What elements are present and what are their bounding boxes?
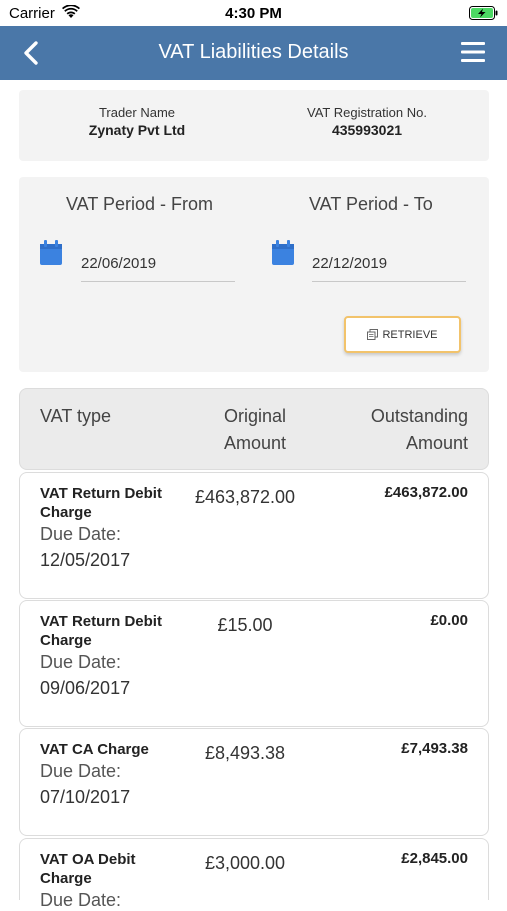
vat-registration-block: VAT Registration No. 435993021 <box>252 105 482 138</box>
row-due-date-value: 07/10/2017 <box>40 787 131 807</box>
liability-row[interactable]: VAT CA Charge Due Date: 07/10/2017 £8,49… <box>19 728 489 836</box>
hamburger-menu-icon[interactable] <box>461 41 485 63</box>
status-bar: Carrier 4:30 PM <box>0 0 507 26</box>
row-outstanding-amount: £2,845.00 <box>401 850 468 867</box>
header-outstanding-line2: Amount <box>405 433 468 453</box>
row-original-amount: £15.00 <box>217 615 273 635</box>
row-outstanding-amount: £0.00 <box>430 612 468 629</box>
period-to-date-field[interactable]: 22/12/2019 <box>312 252 466 282</box>
liability-row[interactable]: VAT Return Debit Charge Due Date: 12/05/… <box>19 472 489 599</box>
row-due-date-value: 12/05/2017 <box>40 550 131 570</box>
header-original-amount: Original Amount <box>190 403 320 457</box>
row-vat-type: VAT OA Debit Charge <box>40 851 136 887</box>
liabilities-table-header: VAT type Original Amount Outstanding Amo… <box>19 388 489 470</box>
retrieve-button-label: RETRIEVE <box>382 328 438 341</box>
row-vat-type: VAT Return Debit Charge <box>40 485 162 521</box>
period-from-date-field[interactable]: 22/06/2019 <box>81 252 235 282</box>
row-outstanding-amount: £7,493.38 <box>401 740 468 757</box>
header-outstanding-amount: Outstanding Amount <box>371 403 468 457</box>
row-outstanding-amount: £463,872.00 <box>384 484 468 501</box>
trader-name-label: Trader Name <box>98 105 176 120</box>
header-vat-type: VAT type <box>40 406 112 426</box>
copy-icon <box>367 329 379 340</box>
trader-info-card: Trader Name Zynaty Pvt Ltd VAT Registrat… <box>19 90 489 161</box>
row-original-amount: £3,000.00 <box>204 853 286 873</box>
nav-bar: VAT Liabilities Details <box>0 26 507 80</box>
row-original-amount: £463,872.00 <box>194 487 296 507</box>
liability-row[interactable]: VAT Return Debit Charge Due Date: 09/06/… <box>19 600 489 727</box>
calendar-icon[interactable] <box>272 240 294 266</box>
header-original-line1: Original <box>223 406 287 426</box>
vat-registration-value: 435993021 <box>331 122 403 138</box>
vat-registration-label: VAT Registration No. <box>307 105 427 120</box>
row-due-date-label: Due Date: <box>40 652 122 672</box>
header-original-line2: Amount <box>223 433 287 453</box>
vat-period-card: VAT Period - From VAT Period - To 22/06/… <box>19 177 489 372</box>
row-vat-type: VAT CA Charge <box>40 741 149 758</box>
calendar-icon[interactable] <box>40 240 62 266</box>
row-original-amount: £8,493.38 <box>204 743 286 763</box>
trader-name-value: Zynaty Pvt Ltd <box>88 122 186 138</box>
header-outstanding-line1: Outstanding <box>370 406 468 426</box>
trader-name-block: Trader Name Zynaty Pvt Ltd <box>22 105 252 138</box>
page-title: VAT Liabilities Details <box>158 41 349 63</box>
row-due-date-label: Due Date: <box>40 524 122 544</box>
row-vat-type: VAT Return Debit Charge <box>40 613 162 649</box>
row-due-date-label: Due Date: <box>40 890 122 910</box>
period-from-label: VAT Period - From <box>66 194 214 214</box>
liability-row[interactable]: VAT OA Debit Charge Due Date: £3,000.00 … <box>19 838 489 910</box>
retrieve-button[interactable]: RETRIEVE <box>344 316 461 353</box>
row-due-date-value: 09/06/2017 <box>40 678 131 698</box>
battery-charging-icon <box>469 6 498 20</box>
clock-time: 4:30 PM <box>225 5 282 22</box>
period-to-label: VAT Period - To <box>309 194 433 214</box>
row-due-date-label: Due Date: <box>40 761 122 781</box>
